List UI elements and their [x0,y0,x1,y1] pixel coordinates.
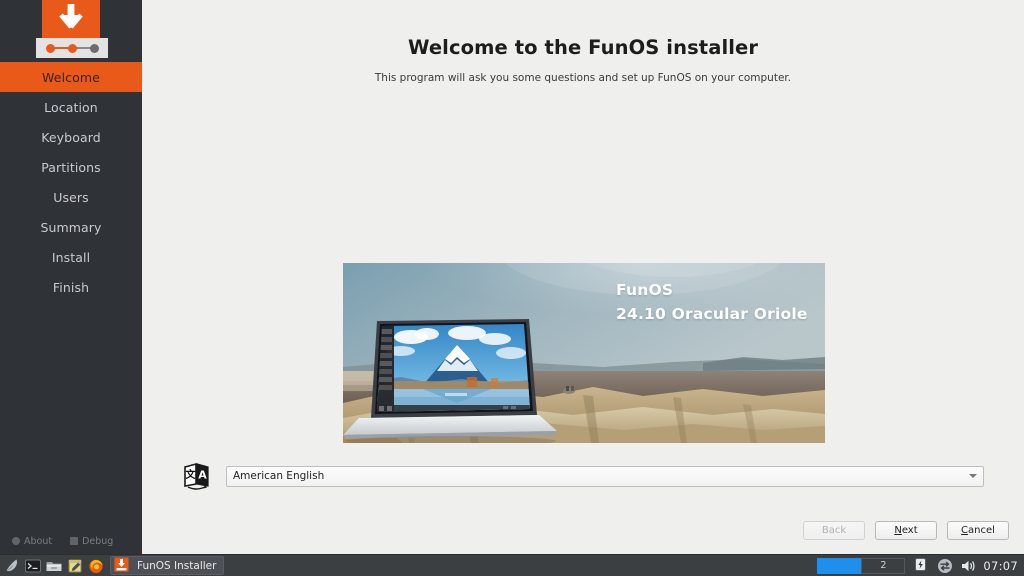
bug-icon [70,537,79,545]
sidebar-item-label: Finish [52,279,90,295]
taskbar-clock[interactable]: 07:07 [983,559,1024,573]
page-subtitle: This program will ask you some questions… [374,72,792,84]
workspace-1-button[interactable] [817,557,862,574]
debug-button[interactable]: Debug [70,536,113,547]
next-button[interactable]: Next [875,521,937,540]
info-icon [12,537,20,545]
about-button[interactable]: About [12,536,52,547]
installer-window: Welcome Location Keyboard Partitions Use… [0,0,1024,576]
sidebar-item-install[interactable]: Install [0,242,142,272]
taskbar-window-button[interactable]: FunOS Installer [110,556,225,575]
welcome-banner-image: FunOS 24.10 Oracular Oriole [343,263,825,443]
cancel-label: Cancel [961,525,995,536]
next-label: Next [894,525,918,536]
sidebar-item-label: Partitions [41,159,101,175]
sidebar-item-welcome[interactable]: Welcome [0,62,142,92]
desktop-taskbar: FunOS Installer 2 07:07 [0,554,1024,576]
cancel-button[interactable]: Cancel [947,521,1009,540]
back-button[interactable]: Back [803,521,865,540]
language-select[interactable]: American English [226,465,984,487]
firefox-icon[interactable] [87,557,105,575]
system-tray [905,557,983,575]
installer-sidebar: Welcome Location Keyboard Partitions Use… [0,0,142,554]
workspace-2-label: 2 [880,560,887,571]
sidebar-item-partitions[interactable]: Partitions [0,152,142,182]
svg-text:文: 文 [186,468,197,481]
svg-text:A: A [198,469,207,482]
sidebar-item-keyboard[interactable]: Keyboard [0,122,142,152]
wizard-buttons: Back Next Cancel [803,521,1009,540]
network-icon[interactable] [936,557,954,575]
language-selected-value: American English [233,470,325,482]
sidebar-item-summary[interactable]: Summary [0,212,142,242]
sidebar-item-label: Summary [40,219,102,235]
back-label: Back [821,525,847,536]
funos-installer-icon [114,557,132,575]
chevron-down-icon[interactable] [969,474,977,478]
terminal-icon[interactable] [24,557,42,575]
taskbar-window-label: FunOS Installer [137,559,217,572]
banner-text-block: FunOS 24.10 Oracular Oriole [616,281,808,323]
volume-icon[interactable] [959,557,977,575]
workspace-2-button[interactable]: 2 [861,557,906,574]
sidebar-item-label: Users [53,189,89,205]
taskbar-right-area: 2 07:07 [817,555,1024,576]
sidebar-item-finish[interactable]: Finish [0,272,142,302]
debug-label: Debug [82,535,114,547]
power-manager-icon[interactable] [913,557,931,575]
translate-icon: 文 A [182,461,212,491]
sidebar-footer: About Debug [0,528,142,554]
progress-dots-icon [36,38,108,58]
sidebar-item-label: Install [51,249,91,265]
sidebar-item-label: Welcome [42,69,100,85]
whisker-menu-icon[interactable] [3,557,21,575]
text-editor-icon[interactable] [66,557,84,575]
page-title: Welcome to the FunOS installer [407,36,759,59]
banner-version: 24.10 Oracular Oriole [616,305,808,323]
sidebar-step-list: Welcome Location Keyboard Partitions Use… [0,62,142,302]
sidebar-item-label: Location [44,99,98,115]
sidebar-item-label: Keyboard [41,129,101,145]
banner-os-name: FunOS [616,281,674,299]
file-manager-icon[interactable] [45,557,63,575]
about-label: About [24,535,53,547]
sidebar-item-users[interactable]: Users [0,182,142,212]
taskbar-launchers [0,557,105,575]
language-selector-row: 文 A American English [182,461,984,491]
sidebar-item-location[interactable]: Location [0,92,142,122]
sidebar-logo [0,0,142,60]
installer-main-pane: Welcome to the FunOS installer This prog… [142,0,1024,554]
